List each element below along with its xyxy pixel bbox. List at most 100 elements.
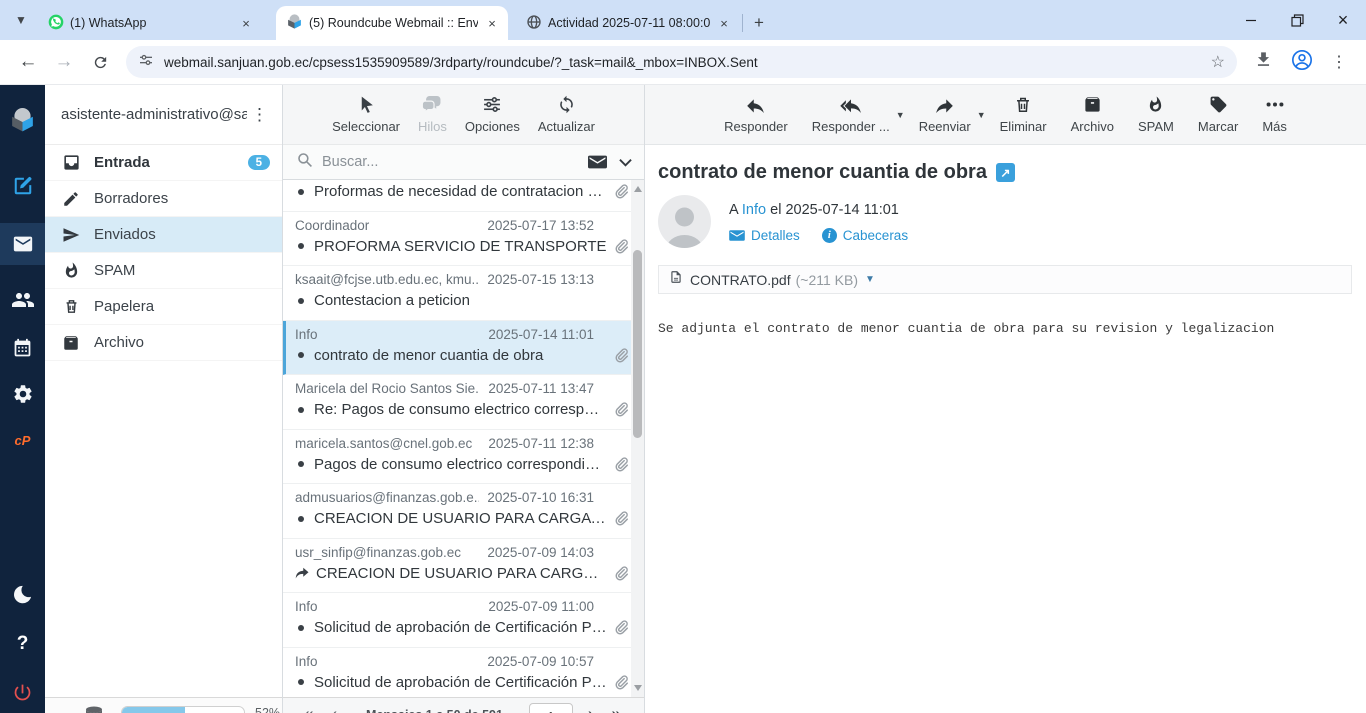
search-input[interactable] — [322, 154, 588, 170]
tab-close-icon[interactable]: × — [484, 15, 500, 31]
more-button[interactable]: Más — [1250, 95, 1299, 134]
paperclip-icon — [613, 565, 630, 582]
site-settings-icon[interactable] — [138, 52, 154, 73]
list-scrollbar[interactable] — [631, 180, 644, 697]
restore-button[interactable] — [1274, 0, 1320, 40]
tab-search-chevron-icon[interactable]: ▼ — [8, 7, 34, 33]
select-button[interactable]: Seleccionar — [323, 95, 409, 134]
threads-button[interactable]: Hilos — [409, 95, 456, 134]
folder-label: Archivo — [94, 334, 270, 351]
message-status-dot[interactable] — [298, 679, 304, 685]
tab-close-icon[interactable]: × — [716, 15, 732, 31]
refresh-button[interactable]: Actualizar — [529, 95, 604, 134]
headers-toggle[interactable]: i Cabeceras — [822, 228, 908, 243]
folder-papelera[interactable]: Papelera — [45, 289, 282, 325]
folder-archivo[interactable]: Archivo — [45, 325, 282, 361]
message-row[interactable]: maricela.santos@cnel.gob.ec2025-07-11 12… — [283, 430, 644, 485]
unread-badge: 5 — [248, 155, 270, 170]
message-status-dot[interactable] — [298, 298, 304, 304]
first-page-icon[interactable]: « — [295, 703, 322, 713]
minimize-button[interactable] — [1228, 0, 1274, 40]
scrollbar-thumb[interactable] — [633, 250, 642, 438]
back-icon[interactable]: ← — [13, 47, 43, 77]
folder-enviados[interactable]: Enviados — [45, 217, 282, 253]
message-row[interactable]: Coordinador2025-07-17 13:52PROFORMA SERV… — [283, 212, 644, 267]
recipient-link[interactable]: Info — [742, 202, 766, 218]
message-row[interactable]: usr_sinfip@finanzas.gob.ec2025-07-09 14:… — [283, 539, 644, 594]
message-status-dot[interactable] — [298, 407, 304, 413]
message-status-dot[interactable] — [298, 625, 304, 631]
message-row[interactable]: ksaait@fcjse.utb.edu.ec, kmu...2025-07-1… — [283, 266, 644, 321]
browser-tab-strip: ▼ (1) WhatsApp × (5) Roundcube Webmail :… — [0, 0, 1366, 40]
tab-whatsapp[interactable]: (1) WhatsApp × — [38, 6, 262, 40]
prev-page-icon[interactable]: ‹ — [322, 703, 346, 713]
attachment-name[interactable]: CONTRATO.pdf — [690, 272, 791, 288]
forward-button[interactable]: Reenviar — [907, 96, 983, 134]
page-input[interactable] — [529, 703, 573, 713]
downloads-icon[interactable] — [1254, 50, 1273, 74]
reply-button[interactable]: Responder — [712, 96, 800, 134]
profile-icon[interactable] — [1291, 49, 1313, 76]
chrome-menu-icon[interactable]: ⋮ — [1331, 52, 1347, 72]
browser-toolbar: ← → webmail.sanjuan.gob.ec/cpsess1535909… — [0, 40, 1366, 85]
open-in-new-window-icon[interactable]: ↗ — [996, 163, 1015, 182]
spam-button[interactable]: SPAM — [1126, 95, 1186, 134]
archive-button[interactable]: Archivo — [1059, 95, 1126, 134]
forward-caret-icon[interactable]: ▼ — [977, 110, 986, 120]
new-tab-button[interactable]: + — [747, 11, 771, 35]
search-options-chevron-icon[interactable] — [619, 158, 632, 167]
quota-progress-bar — [121, 706, 245, 713]
mark-button[interactable]: Marcar — [1186, 95, 1250, 134]
scroll-up-icon[interactable] — [634, 186, 642, 192]
logout-power-icon[interactable] — [0, 673, 45, 711]
message-status-dot[interactable] — [298, 516, 304, 522]
address-bar[interactable]: webmail.sanjuan.gob.ec/cpsess1535909589/… — [126, 46, 1237, 78]
contacts-icon[interactable] — [0, 281, 45, 319]
tab-actividad[interactable]: Actividad 2025-07-11 08:00:00 × — [516, 6, 740, 40]
folder-borradores[interactable]: Borradores — [45, 181, 282, 217]
reply-all-button[interactable]: Responder ... — [800, 96, 902, 134]
delete-button[interactable]: Eliminar — [988, 95, 1059, 134]
message-row[interactable]: Maricela del Rocio Santos Sie...2025-07-… — [283, 375, 644, 430]
next-page-icon[interactable]: › — [579, 703, 603, 713]
close-window-button[interactable]: × — [1320, 0, 1366, 40]
settings-gear-icon[interactable] — [0, 375, 45, 413]
message-status-dot[interactable] — [298, 352, 304, 358]
attachment-menu-caret-icon[interactable]: ▼ — [865, 274, 875, 285]
reply-all-caret-icon[interactable]: ▼ — [896, 110, 905, 120]
account-menu-icon[interactable]: ⋮ — [247, 105, 272, 125]
folder-entrada[interactable]: Entrada 5 — [45, 145, 282, 181]
mail-nav-icon[interactable] — [0, 223, 45, 265]
paperclip-icon — [613, 347, 630, 364]
search-scope-mail-icon[interactable] — [588, 154, 607, 170]
tab-roundcube-active[interactable]: (5) Roundcube Webmail :: Envia × — [276, 6, 508, 40]
details-toggle[interactable]: Detalles — [729, 228, 800, 243]
compose-icon[interactable] — [0, 167, 45, 205]
message-row[interactable]: Info2025-07-09 11:00Solicitud de aprobac… — [283, 593, 644, 648]
tab-divider — [742, 14, 743, 32]
tab-close-icon[interactable]: × — [238, 15, 254, 31]
message-status-dot[interactable] — [298, 189, 304, 195]
bookmark-star-icon[interactable]: ☆ — [1211, 52, 1225, 72]
forward-icon[interactable]: → — [49, 47, 79, 77]
cpanel-icon[interactable]: cP — [0, 421, 45, 459]
attachment-bar[interactable]: CONTRATO.pdf (~211 KB) ▼ — [658, 265, 1352, 294]
message-status-dot[interactable] — [298, 243, 304, 249]
folder-spam[interactable]: SPAM — [45, 253, 282, 289]
message-row[interactable]: Coordinadorlun 08:19Proformas de necesid… — [283, 180, 644, 212]
reload-icon[interactable] — [85, 47, 115, 77]
message-status-dot[interactable] — [298, 461, 304, 467]
help-icon[interactable]: ? — [0, 625, 45, 663]
scroll-down-icon[interactable] — [634, 685, 642, 691]
last-page-icon[interactable]: » — [603, 703, 630, 713]
calendar-icon[interactable] — [0, 329, 45, 367]
message-date: 2025-07-09 10:57 — [487, 654, 594, 669]
message-row[interactable]: Info2025-07-14 11:01contrato de menor cu… — [283, 321, 644, 376]
dark-mode-moon-icon[interactable] — [0, 575, 45, 613]
message-row[interactable]: Info2025-07-09 10:57Solicitud de aprobac… — [283, 648, 644, 698]
paperclip-icon — [613, 183, 630, 200]
forwarded-icon — [295, 567, 310, 579]
message-row[interactable]: admusuarios@finanzas.gob.e...2025-07-10 … — [283, 484, 644, 539]
list-options-button[interactable]: Opciones — [456, 95, 529, 134]
url-text[interactable]: webmail.sanjuan.gob.ec/cpsess1535909589/… — [164, 55, 1211, 70]
